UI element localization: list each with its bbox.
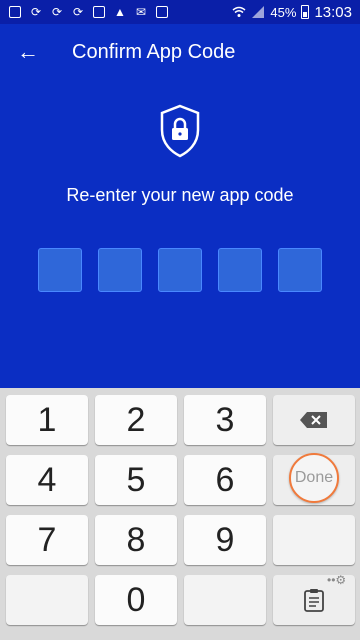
backspace-key[interactable] [273,395,355,445]
settings-gear-icon: ••⚙ [327,573,347,587]
sync-icon: ⟳ [30,5,42,19]
done-button[interactable]: Done [289,453,339,503]
warning-icon: ▲ [114,5,126,19]
arrow-left-icon: ← [17,39,39,64]
code-digit-box[interactable] [278,248,322,292]
code-prompt: Re-enter your new app code [66,185,294,205]
page-title: Confirm App Code [72,40,236,63]
image-icon [92,5,106,19]
code-digit-box[interactable] [218,248,262,292]
blank-key [184,575,266,625]
key-2[interactable]: 2 [95,395,177,445]
shield-lock-icon [160,104,200,158]
key-9[interactable]: 9 [184,515,266,565]
status-bar: ⟳ ⟳ ⟳ ▲ ✉ 45% 13:03 [0,0,360,24]
app-header: ← Confirm App Code [0,24,360,80]
key-1[interactable]: 1 [6,395,88,445]
key-0[interactable]: 0 [95,575,177,625]
key-7[interactable]: 7 [6,515,88,565]
key-3[interactable]: 3 [184,395,266,445]
system-status: 45% 13:03 [232,4,352,21]
battery-percent: 45% [270,4,297,20]
blank-key [273,515,355,565]
sync-icon: ⟳ [51,5,63,19]
backspace-icon [300,412,327,428]
back-button[interactable]: ← [0,24,56,80]
notification-icons: ⟳ ⟳ ⟳ ▲ ✉ [8,5,169,19]
key-4[interactable]: 4 [6,455,88,505]
code-digit-box[interactable] [158,248,202,292]
wifi-icon [232,5,246,19]
sync-icon: ⟳ [72,5,84,19]
email-icon: ✉ [135,5,147,19]
key-5[interactable]: 5 [95,455,177,505]
code-digit-box[interactable] [38,248,82,292]
blank-key [6,575,88,625]
signal-icon [251,5,265,19]
clock: 13:03 [314,3,352,21]
battery-icon [301,5,310,19]
gmail-icon [155,5,169,19]
clipboard-icon [304,589,324,612]
key-8[interactable]: 8 [95,515,177,565]
plus-box-icon [8,5,22,19]
key-6[interactable]: 6 [184,455,266,505]
code-digit-box[interactable] [98,248,142,292]
code-input[interactable] [38,248,322,292]
